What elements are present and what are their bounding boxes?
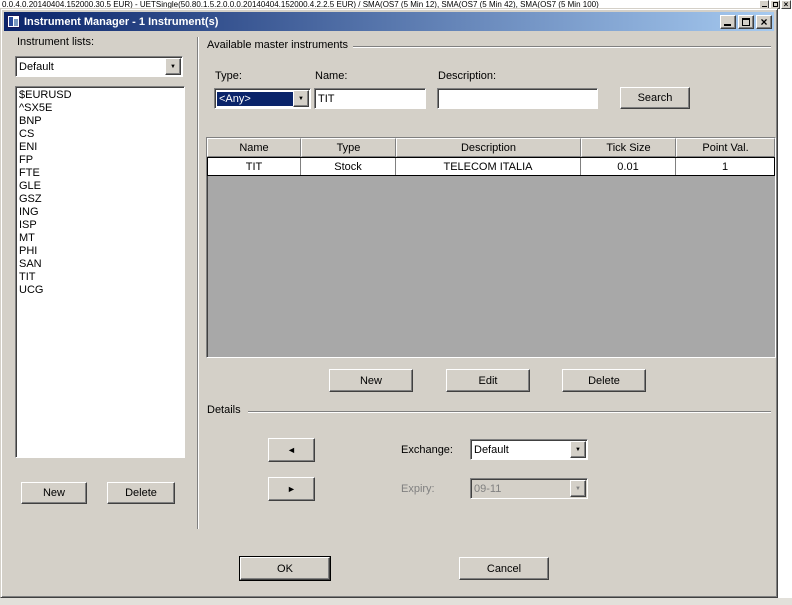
background-window-right-edge — [779, 0, 792, 605]
list-delete-button[interactable]: Delete — [107, 482, 175, 504]
column-header-description[interactable]: Description — [396, 138, 581, 157]
type-value: <Any> — [217, 91, 293, 106]
panel-divider — [197, 37, 199, 529]
name-input[interactable] — [314, 88, 426, 109]
maximize-icon — [773, 2, 778, 7]
chevron-down-icon[interactable]: ▼ — [293, 90, 309, 107]
master-edit-button[interactable]: Edit — [446, 369, 530, 392]
right-arrow-icon: ► — [287, 483, 296, 494]
list-new-button[interactable]: New — [21, 482, 87, 504]
instrument-lists-label: Instrument lists: — [17, 36, 95, 48]
list-item[interactable]: GSZ — [18, 193, 184, 206]
type-select[interactable]: <Any> ▼ — [214, 88, 311, 109]
expiry-select: 09-11 ▼ — [470, 478, 588, 499]
chevron-down-icon[interactable]: ▼ — [570, 441, 586, 458]
exchange-label: Exchange: — [401, 444, 453, 456]
list-item[interactable]: MT — [18, 232, 184, 245]
bg-close-button[interactable]: × — [781, 0, 791, 9]
move-right-button[interactable]: ► — [268, 477, 315, 501]
instruments-table[interactable]: Name Type Description Tick Size Point Va… — [206, 137, 776, 358]
list-item[interactable]: ENI — [18, 141, 184, 154]
list-item[interactable]: ING — [18, 206, 184, 219]
description-input[interactable] — [437, 88, 598, 109]
exchange-select[interactable]: Default ▼ — [470, 439, 588, 460]
list-item[interactable]: BNP — [18, 115, 184, 128]
instrument-manager-dialog: Instrument Manager - 1 Instrument(s) × I… — [0, 8, 778, 598]
close-icon: × — [760, 14, 768, 29]
column-header-tick-size[interactable]: Tick Size — [581, 138, 676, 157]
cancel-button[interactable]: Cancel — [459, 557, 549, 580]
instrument-manager-icon — [7, 15, 20, 28]
title-bar[interactable]: Instrument Manager - 1 Instrument(s) × — [4, 12, 774, 31]
screen: 0.0.4.0.20140404.152000.30.5 EUR) - UETS… — [0, 0, 792, 605]
minimize-button[interactable] — [720, 14, 736, 29]
list-item[interactable]: UCG — [18, 284, 184, 297]
details-section-line — [248, 411, 771, 413]
column-header-point-val[interactable]: Point Val. — [676, 138, 775, 157]
list-item[interactable]: $EURUSD — [18, 89, 184, 102]
table-row[interactable]: TIT Stock TELECOM ITALIA 0.01 1 — [207, 157, 775, 176]
expiry-value: 09-11 — [474, 482, 502, 495]
instrument-listbox[interactable]: $EURUSD ^SX5E BNP CS ENI FP FTE GLE GSZ … — [15, 86, 185, 458]
master-new-button[interactable]: New — [329, 369, 413, 392]
list-item[interactable]: ISP — [18, 219, 184, 232]
list-item[interactable]: SAN — [18, 258, 184, 271]
list-item[interactable]: PHI — [18, 245, 184, 258]
minimize-icon — [724, 23, 731, 26]
close-icon: × — [783, 0, 789, 9]
maximize-icon — [742, 17, 750, 26]
list-item[interactable]: FP — [18, 154, 184, 167]
column-header-name[interactable]: Name — [207, 138, 301, 157]
instrument-list-value: Default — [19, 60, 54, 73]
details-section-title: Details — [207, 404, 241, 416]
cell-description[interactable]: TELECOM ITALIA — [396, 158, 581, 175]
cell-point-val[interactable]: 1 — [676, 158, 774, 175]
expiry-label: Expiry: — [401, 483, 435, 495]
chevron-down-icon[interactable]: ▼ — [165, 58, 181, 75]
list-item[interactable]: TIT — [18, 271, 184, 284]
close-button[interactable]: × — [756, 14, 772, 29]
list-item[interactable]: GLE — [18, 180, 184, 193]
master-section-line — [353, 46, 771, 48]
master-delete-button[interactable]: Delete — [562, 369, 646, 392]
maximize-button[interactable] — [738, 14, 754, 29]
cell-type[interactable]: Stock — [301, 158, 396, 175]
minimize-icon — [762, 6, 767, 7]
window-title: Instrument Manager - 1 Instrument(s) — [24, 15, 219, 28]
name-label: Name: — [315, 70, 348, 82]
left-arrow-icon: ◄ — [287, 444, 296, 455]
instrument-list-select[interactable]: Default ▼ — [15, 56, 183, 77]
table-header: Name Type Description Tick Size Point Va… — [207, 138, 775, 157]
type-label: Type: — [215, 70, 242, 82]
cell-tick-size[interactable]: 0.01 — [581, 158, 676, 175]
column-header-type[interactable]: Type — [301, 138, 396, 157]
exchange-value: Default — [474, 443, 509, 456]
chevron-down-icon: ▼ — [570, 480, 586, 497]
move-left-button[interactable]: ◄ — [268, 438, 315, 462]
list-item[interactable]: CS — [18, 128, 184, 141]
description-label: Description: — [438, 70, 497, 82]
background-window-bottom-edge — [0, 598, 792, 605]
cell-name[interactable]: TIT — [208, 158, 301, 175]
ok-button[interactable]: OK — [239, 556, 331, 581]
list-item[interactable]: ^SX5E — [18, 102, 184, 115]
master-section-title: Available master instruments — [207, 39, 349, 51]
list-item[interactable]: FTE — [18, 167, 184, 180]
search-button[interactable]: Search — [620, 87, 690, 109]
